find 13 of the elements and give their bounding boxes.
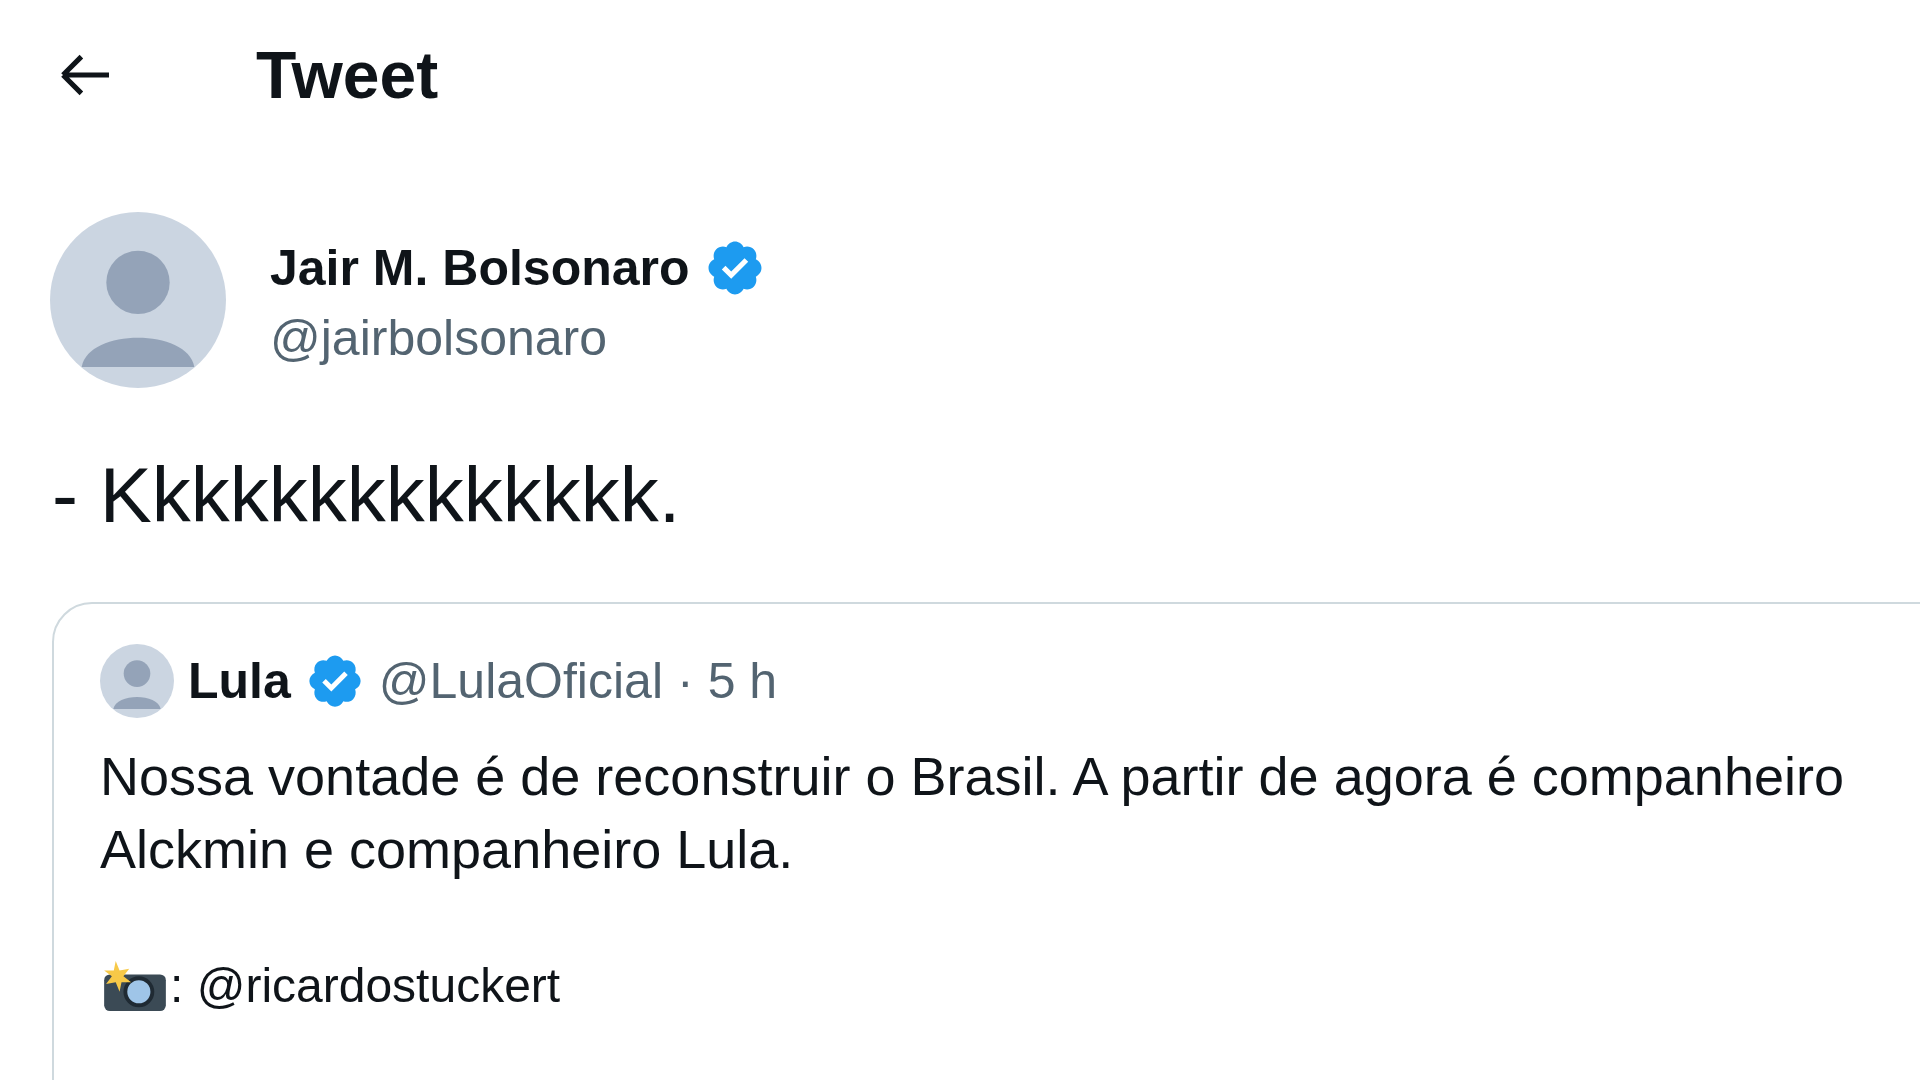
tweet-time[interactable]: 5 h <box>707 656 778 706</box>
page-title: Tweet <box>256 36 439 114</box>
quoted-author-handle[interactable]: @LulaOficial <box>378 656 663 706</box>
author-name[interactable]: Jair M. Bolsonaro <box>270 243 690 293</box>
avatar-icon[interactable] <box>100 644 174 718</box>
tweet-text: - Kkkkkkkkkkkkkk. <box>51 456 682 534</box>
separator-dot: · <box>677 656 694 706</box>
avatar-icon[interactable] <box>50 212 226 388</box>
author-handle[interactable]: @jairbolsonaro <box>270 313 766 363</box>
photo-credit: : @ricardostuckert <box>170 962 561 1010</box>
quoted-author-name[interactable]: Lula <box>188 656 291 706</box>
quoted-tweet-card[interactable]: Lula @LulaOficial · 5 h Nossa vontade é de reconstruir o Brasil. A partir de agora é companheiro Alckmin e companheiro Lula. : @ricardostuckert <box>52 602 1920 1080</box>
quoted-tweet-text: Nossa vontade é de reconstruir o Brasil. A partir de agora é companheiro Alckmin e companheiro Lula. <box>100 745 1845 881</box>
